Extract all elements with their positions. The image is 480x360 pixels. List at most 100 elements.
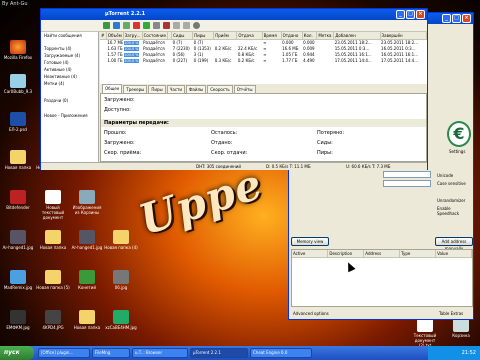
- wasted-label: Потеряно:: [317, 130, 345, 136]
- tab-peers[interactable]: Пиры: [148, 85, 166, 93]
- col-value[interactable]: Value: [435, 250, 472, 258]
- tab-speed[interactable]: Скорость: [207, 85, 233, 93]
- desktop-icon-emfkm[interactable]: ЕМФКМ.jpg: [1, 310, 35, 330]
- maximize-icon[interactable]: □: [406, 10, 415, 19]
- sidebar-item-feeds[interactable]: Раздачи (0): [41, 97, 98, 104]
- table-row[interactable]: 1.00 ГБ 100.0 % Раздаётся 0 (227) 0 (199) 0.3…: [100, 57, 427, 63]
- tab-logger[interactable]: Отчёты: [233, 85, 256, 93]
- clock[interactable]: 21:52: [462, 350, 476, 356]
- col-eta[interactable]: Время: [262, 32, 282, 40]
- desktop-icon-image-2[interactable]: Ar-hanged1.jpg: [70, 230, 104, 250]
- col-down-speed[interactable]: Приём: [213, 32, 238, 40]
- desktop-icon-xzcabe[interactable]: xzCaBE4HM.jpg: [104, 310, 138, 330]
- col-done[interactable]: Загру...: [123, 32, 143, 40]
- col-completed[interactable]: Завершён: [380, 32, 428, 40]
- desktop-icon-cars[interactable]: Car0Bubb_9.3: [1, 74, 35, 94]
- sidebar-item-torrents[interactable]: Торренты (4): [41, 45, 98, 52]
- desktop-icon-recycle-bin[interactable]: Корзина: [444, 318, 478, 338]
- col-up-speed[interactable]: Отдача: [236, 32, 263, 40]
- sidebar-item-active[interactable]: Активные (4): [41, 66, 98, 73]
- tab-general[interactable]: Общее: [102, 84, 123, 93]
- add-address-button[interactable]: Add address manually: [435, 237, 473, 251]
- col-ratio[interactable]: Кол.: [302, 32, 318, 40]
- sidebar-item-labels[interactable]: Метки (4): [41, 80, 98, 87]
- taskbar-item-browser[interactable]: u.T..: Browser: [132, 348, 188, 358]
- sidebar-item-apps[interactable]: Новое - Приложения: [41, 112, 98, 119]
- sidebar-item-search[interactable]: Найти сообщения: [41, 32, 98, 39]
- option-unicode[interactable]: Unicode: [437, 173, 453, 178]
- minimize-icon[interactable]: _: [442, 14, 451, 23]
- watermark-text: By Ant-Gu: [2, 1, 28, 7]
- tab-pieces[interactable]: Части: [166, 85, 185, 93]
- desktop-icon-4kpd4[interactable]: 4KPD4.JPG: [36, 310, 70, 330]
- tab-files[interactable]: Файлы: [185, 85, 207, 93]
- remove-icon[interactable]: [133, 22, 140, 29]
- advanced-options-label[interactable]: Advanced options: [293, 311, 329, 316]
- desktop-icon-image-1[interactable]: Ar-hanged1.jpg: [1, 230, 35, 250]
- desktop-icon-06[interactable]: 06.jpg: [104, 270, 138, 290]
- taskbar-item-filemng[interactable]: FileMng: [92, 348, 130, 358]
- sidebar-item-inactive[interactable]: Неактивные (4): [41, 73, 98, 80]
- close-icon[interactable]: ×: [416, 10, 425, 19]
- desktop-icon-folder-5[interactable]: Новая папка (5): [36, 270, 70, 290]
- minimize-icon[interactable]: _: [396, 10, 405, 19]
- scan-start-field[interactable]: [383, 171, 431, 178]
- desktop-icon-psd[interactable]: ЕЛ-2.psd: [1, 112, 35, 132]
- sidebar-item-completed[interactable]: Готовые (4): [41, 59, 98, 66]
- pause-icon[interactable]: [153, 22, 160, 29]
- col-active[interactable]: Active: [292, 250, 329, 258]
- desktop-icon-firefox[interactable]: Mozilla Firefox: [1, 40, 35, 60]
- desktop-icon-utorrent-shortcut[interactable]: Конетий: [70, 270, 104, 290]
- peers-label: Пиры:: [317, 150, 333, 156]
- stop-icon[interactable]: [163, 22, 170, 29]
- option-speedhack[interactable]: Enable Speedhack: [437, 206, 473, 216]
- availability-label: Доступно:: [104, 107, 131, 113]
- scan-stop-field[interactable]: [383, 180, 431, 187]
- table-extras-label[interactable]: Table Extras: [439, 311, 463, 316]
- desktop-icon-folder-c[interactable]: Новая папка: [70, 310, 104, 330]
- maximize-icon[interactable]: □: [452, 14, 461, 23]
- desktop-icon-bitdefender[interactable]: Bitdefender: [1, 190, 35, 210]
- settings-label[interactable]: Settings: [449, 149, 465, 154]
- torrent-list[interactable]: # Объём Загру... Состояние Сиды Пиры При…: [100, 32, 428, 84]
- desktop-icon-text-doc[interactable]: Новый текстовый документ: [36, 190, 70, 220]
- move-up-icon[interactable]: [173, 22, 180, 29]
- desktop-icon-folder-4[interactable]: Новая папка (4): [104, 230, 138, 250]
- create-torrent-icon[interactable]: [123, 22, 130, 29]
- add-url-icon[interactable]: [113, 22, 120, 29]
- down-speed-label: Скор. приёма:: [104, 150, 142, 156]
- taskbar-item-utorrent[interactable]: µTorrent 2.2.1: [190, 348, 248, 358]
- memory-view-button[interactable]: Memory view: [291, 237, 329, 246]
- tab-trackers[interactable]: Трекеры: [123, 85, 148, 93]
- taskbar-item-cheat-engine[interactable]: Cheat Engine 6.0: [250, 348, 312, 358]
- desktop-icon-recycle-images[interactable]: Изображения из Корзины: [70, 190, 104, 215]
- col-uploaded[interactable]: Отдано: [281, 32, 303, 40]
- col-size[interactable]: Объём: [106, 32, 124, 40]
- add-torrent-icon[interactable]: [103, 22, 110, 29]
- col-added[interactable]: Добавлен: [333, 32, 381, 40]
- sidebar-item-downloading[interactable]: Загружаемые (4): [41, 52, 98, 59]
- start-icon[interactable]: [143, 22, 150, 29]
- col-type[interactable]: Type: [399, 250, 437, 258]
- col-label[interactable]: Метка: [316, 32, 335, 40]
- address-list[interactable]: Active Description Address Type Value: [291, 249, 473, 307]
- col-address[interactable]: Address: [363, 250, 401, 258]
- taskbar-item-office[interactable]: [Office] plugin...: [38, 348, 90, 358]
- option-unrandomizer[interactable]: Unrandomizer: [437, 198, 465, 203]
- option-case-sensitive[interactable]: Case sensitive: [437, 181, 466, 186]
- desktop-icon-folder-new[interactable]: Новая папка: [1, 150, 35, 170]
- close-icon[interactable]: ×: [462, 14, 471, 23]
- desktop-icon-madremix[interactable]: MadRemix.jpg: [1, 270, 35, 290]
- desktop-icon-folder-b[interactable]: Новая папка: [36, 230, 70, 250]
- col-status[interactable]: Состояние: [142, 32, 168, 40]
- settings-gear-icon[interactable]: [193, 22, 200, 29]
- col-peers[interactable]: Пиры: [192, 32, 215, 40]
- remaining-label: Осталось:: [211, 130, 238, 136]
- start-button[interactable]: пуск: [0, 346, 34, 360]
- dht-status[interactable]: DHT: 305 соединений: [196, 163, 241, 170]
- desktop-icon-text-doc-2[interactable]: Текстовый документ (2).txt: [408, 318, 442, 348]
- col-description[interactable]: Description: [327, 250, 365, 258]
- move-down-icon[interactable]: [183, 22, 190, 29]
- col-seeds[interactable]: Сиды: [171, 32, 194, 40]
- download-status: D: 0.5 КБ/s T: 11.1 МБ: [266, 164, 311, 169]
